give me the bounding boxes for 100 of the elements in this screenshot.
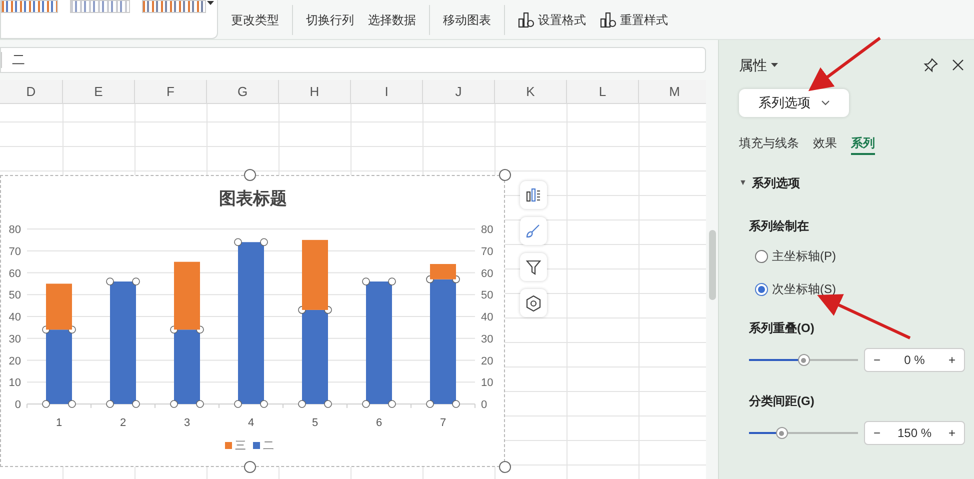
increment-button[interactable]: + <box>946 351 958 369</box>
spin-box[interactable]: − 0 % + <box>864 348 965 372</box>
chevron-down-icon <box>820 100 830 106</box>
axis-tick-label: 4 <box>248 417 254 429</box>
chart-gear-icon <box>600 11 617 28</box>
panel-title-dropdown[interactable]: 属性 <box>739 54 778 76</box>
resize-handle[interactable] <box>244 169 256 181</box>
axis-tick-label: 50 <box>8 290 21 302</box>
chart-style-thumbnail-icon[interactable] <box>142 0 206 13</box>
axis-tick-label: 30 <box>481 333 494 346</box>
axis-tick-label: 1 <box>56 417 62 429</box>
panel-tab[interactable]: 填充与线条 <box>739 133 799 155</box>
axis-tick-label: 50 <box>481 290 494 302</box>
ribbon-button[interactable]: 移动图表 <box>442 6 492 32</box>
chart-style-thumbnail-icon[interactable] <box>1 0 58 13</box>
axis-tick-label: 60 <box>8 268 21 280</box>
formula-bar[interactable]: 二 <box>0 47 706 73</box>
chart-elements-icon <box>524 186 543 204</box>
column-header[interactable]: I <box>351 80 423 103</box>
vertical-scrollbar[interactable] <box>708 230 716 300</box>
caret-icon[interactable] <box>207 1 214 6</box>
axis-tick-label: 3 <box>184 417 190 429</box>
radio-button[interactable] <box>755 250 768 262</box>
axis-tick-label: 70 <box>481 246 494 258</box>
axis-tick-label: 7 <box>440 417 446 429</box>
selection-handle[interactable] <box>132 278 140 286</box>
legend-label: 三 <box>235 440 246 452</box>
chart-tool-button[interactable] <box>520 181 547 209</box>
selection-handle[interactable] <box>388 278 396 286</box>
selection-handle[interactable] <box>324 400 332 408</box>
chart-gear-icon <box>518 11 535 28</box>
radio-button[interactable] <box>755 282 768 296</box>
axis-tick-label: 30 <box>8 333 21 346</box>
axis-tick-label: 5 <box>312 417 318 429</box>
formula-value: 二 <box>12 51 25 70</box>
spin-box[interactable]: − 150 % + <box>864 421 965 445</box>
radio-option[interactable]: 次坐标轴(S) <box>755 281 965 297</box>
resize-handle[interactable] <box>499 461 511 473</box>
ribbon-button[interactable]: 切换行列 <box>305 6 355 32</box>
decrement-button[interactable]: − <box>871 351 883 369</box>
ribbon-button[interactable]: 选择数据 <box>367 6 417 32</box>
resize-handle[interactable] <box>499 169 511 181</box>
axis-tick-label: 60 <box>481 268 494 280</box>
selection-handle[interactable] <box>170 400 178 408</box>
spin-value: 150 % <box>896 425 933 442</box>
selection-handle[interactable] <box>260 238 268 246</box>
column-header[interactable]: E <box>63 80 135 103</box>
axis-tick-label: 0 <box>481 399 488 411</box>
slider[interactable] <box>749 427 858 439</box>
ribbon-button[interactable]: 设置格式 <box>517 6 587 32</box>
spin-value: 0 % <box>903 352 926 369</box>
panel-tab[interactable]: 效果 <box>813 133 837 155</box>
section-header[interactable]: ▼ 系列选项 <box>739 175 800 191</box>
column-header[interactable]: J <box>423 80 495 103</box>
chart-style-gallery[interactable] <box>0 0 218 39</box>
ribbon-button[interactable]: 重置样式 <box>599 6 669 32</box>
caret-icon <box>771 62 778 68</box>
slider[interactable] <box>749 354 858 366</box>
selection-handle[interactable] <box>362 278 370 286</box>
slider-label: 系列重叠(O) <box>749 320 816 335</box>
column-header[interactable]: L <box>567 80 639 103</box>
selection-handle[interactable] <box>196 400 204 408</box>
selection-handle[interactable] <box>260 400 268 408</box>
axis-tick-label: 70 <box>8 246 21 258</box>
chart-area[interactable]: 图表标题 0 10 20 30 40 50 60 70 80 0 10 20 30 40 50 60 70 80 1 2 3 4 5 6 7 三 二 <box>0 175 505 467</box>
selection-handle[interactable] <box>452 400 460 408</box>
axis-tick-label: 40 <box>481 312 494 324</box>
decrement-button[interactable]: − <box>871 424 883 442</box>
selection-handle[interactable] <box>388 400 396 408</box>
axis-tick-label: 40 <box>8 312 21 324</box>
series-options-dropdown[interactable]: 系列选项 <box>739 89 849 117</box>
selection-handle[interactable] <box>106 278 114 286</box>
panel-tab[interactable]: 系列 <box>851 133 875 155</box>
axis-tick-label: 20 <box>481 355 494 368</box>
selection-handle[interactable] <box>426 400 434 408</box>
close-icon[interactable] <box>951 58 965 72</box>
column-header[interactable]: H <box>279 80 351 103</box>
selection-handle[interactable] <box>362 400 370 408</box>
column-header[interactable]: D <box>0 80 63 103</box>
increment-button[interactable]: + <box>946 424 958 442</box>
selection-handle[interactable] <box>132 400 140 408</box>
slider-label: 分类间距(G) <box>749 393 816 408</box>
chart-tool-button[interactable] <box>520 253 547 281</box>
chart-style-thumbnail-icon[interactable] <box>70 0 130 13</box>
selection-handle[interactable] <box>234 400 242 408</box>
ribbon-button[interactable]: 更改类型 <box>230 6 280 32</box>
pin-icon[interactable] <box>923 57 939 73</box>
selection-handle[interactable] <box>106 400 114 408</box>
resize-handle[interactable] <box>244 461 256 473</box>
column-header[interactable]: G <box>207 80 279 103</box>
selection-handle[interactable] <box>42 400 50 408</box>
radio-option[interactable]: 主坐标轴(P) <box>755 248 965 264</box>
column-header[interactable]: K <box>495 80 567 103</box>
selection-handle[interactable] <box>234 238 242 246</box>
column-header[interactable]: F <box>135 80 207 103</box>
selection-handle[interactable] <box>298 400 306 408</box>
filter-icon <box>524 258 543 276</box>
chart-tool-button[interactable] <box>520 289 547 317</box>
selection-handle[interactable] <box>68 400 76 408</box>
settings-icon <box>524 294 543 312</box>
